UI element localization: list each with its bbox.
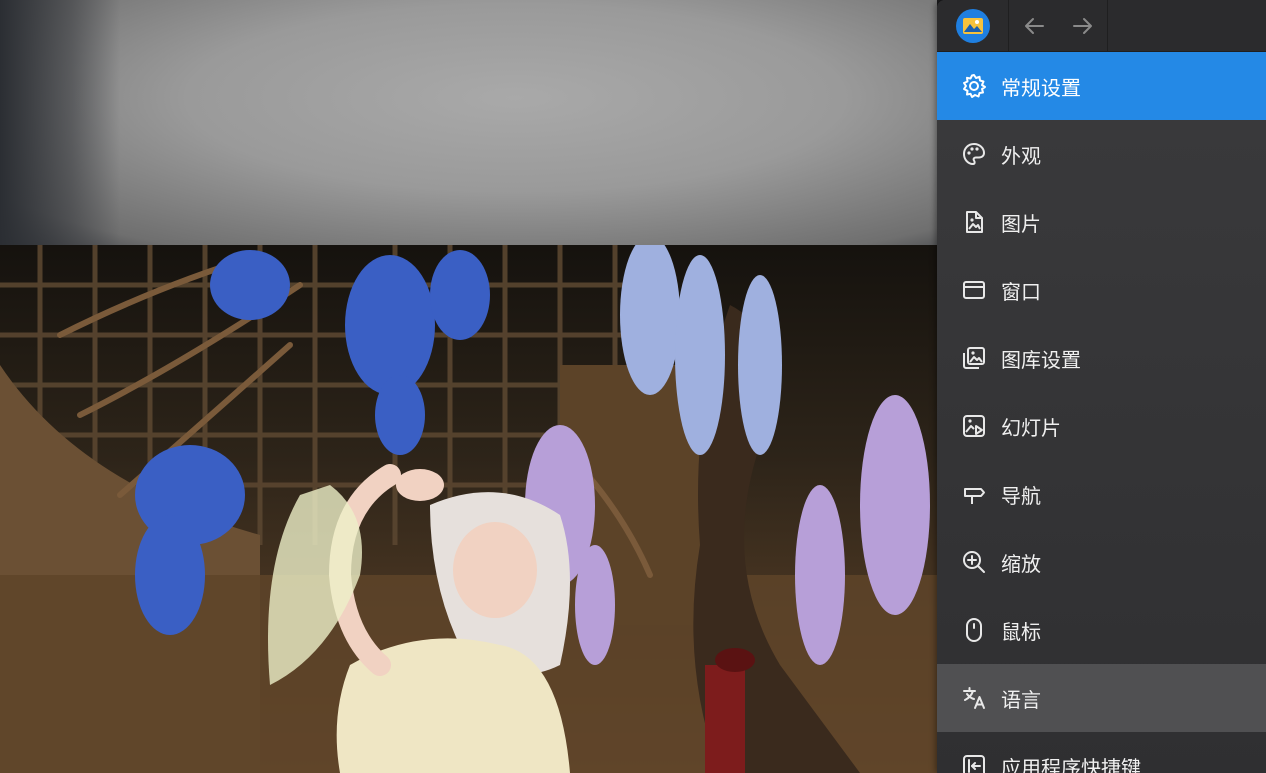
menu-label: 缩放 <box>1001 551 1041 576</box>
menu-item-app-shortcuts[interactable]: 应用程序快捷键 <box>937 732 1266 773</box>
arrow-right-icon <box>1072 17 1092 34</box>
settings-menu: 常规设置 外观 图片 窗口 图库设置 幻灯片 导航 缩放 鼠标 语言 应用程序快… <box>937 52 1266 773</box>
forward-button[interactable] <box>1058 0 1107 51</box>
zoom-in-icon <box>961 549 987 575</box>
gallery-icon <box>961 345 987 371</box>
menu-label: 图库设置 <box>1001 347 1081 372</box>
sidebar-header <box>937 0 1266 52</box>
menu-label: 导航 <box>1001 483 1041 508</box>
menu-label: 鼠标 <box>1001 619 1041 644</box>
menu-item-general-settings[interactable]: 常规设置 <box>937 52 1266 120</box>
menu-item-appearance[interactable]: 外观 <box>937 120 1266 188</box>
menu-label: 幻灯片 <box>1001 415 1061 440</box>
menu-label: 图片 <box>1001 211 1041 236</box>
palette-icon <box>961 141 987 167</box>
menu-item-slideshow[interactable]: 幻灯片 <box>937 392 1266 460</box>
slideshow-icon <box>961 413 987 439</box>
photo-illustration <box>0 245 937 773</box>
menu-label: 常规设置 <box>1001 75 1081 100</box>
image-backdrop <box>0 0 937 245</box>
menu-label: 窗口 <box>1001 279 1041 304</box>
gear-icon <box>961 73 987 99</box>
signpost-icon <box>961 481 987 507</box>
displayed-photo[interactable] <box>0 245 937 773</box>
menu-label: 语言 <box>1001 687 1041 712</box>
menu-label: 应用程序快捷键 <box>1001 755 1141 773</box>
app-logo[interactable] <box>937 0 1009 51</box>
settings-sidebar: 常规设置 外观 图片 窗口 图库设置 幻灯片 导航 缩放 鼠标 语言 应用程序快… <box>937 0 1266 773</box>
arrow-left-icon <box>1024 17 1044 34</box>
menu-item-language[interactable]: 语言 <box>937 664 1266 732</box>
keyboard-shortcut-icon <box>961 753 987 773</box>
menu-item-navigation[interactable]: 导航 <box>937 460 1266 528</box>
menu-item-image[interactable]: 图片 <box>937 188 1266 256</box>
mouse-icon <box>961 617 987 643</box>
translate-icon <box>961 685 987 711</box>
menu-item-mouse[interactable]: 鼠标 <box>937 596 1266 664</box>
menu-item-window[interactable]: 窗口 <box>937 256 1266 324</box>
app-window: 常规设置 外观 图片 窗口 图库设置 幻灯片 导航 缩放 鼠标 语言 应用程序快… <box>0 0 1266 773</box>
menu-item-zoom[interactable]: 缩放 <box>937 528 1266 596</box>
image-viewer-logo-icon <box>955 8 990 43</box>
back-button[interactable] <box>1009 0 1058 51</box>
image-file-icon <box>961 209 987 235</box>
window-icon <box>961 277 987 303</box>
menu-item-gallery-settings[interactable]: 图库设置 <box>937 324 1266 392</box>
menu-label: 外观 <box>1001 143 1041 168</box>
